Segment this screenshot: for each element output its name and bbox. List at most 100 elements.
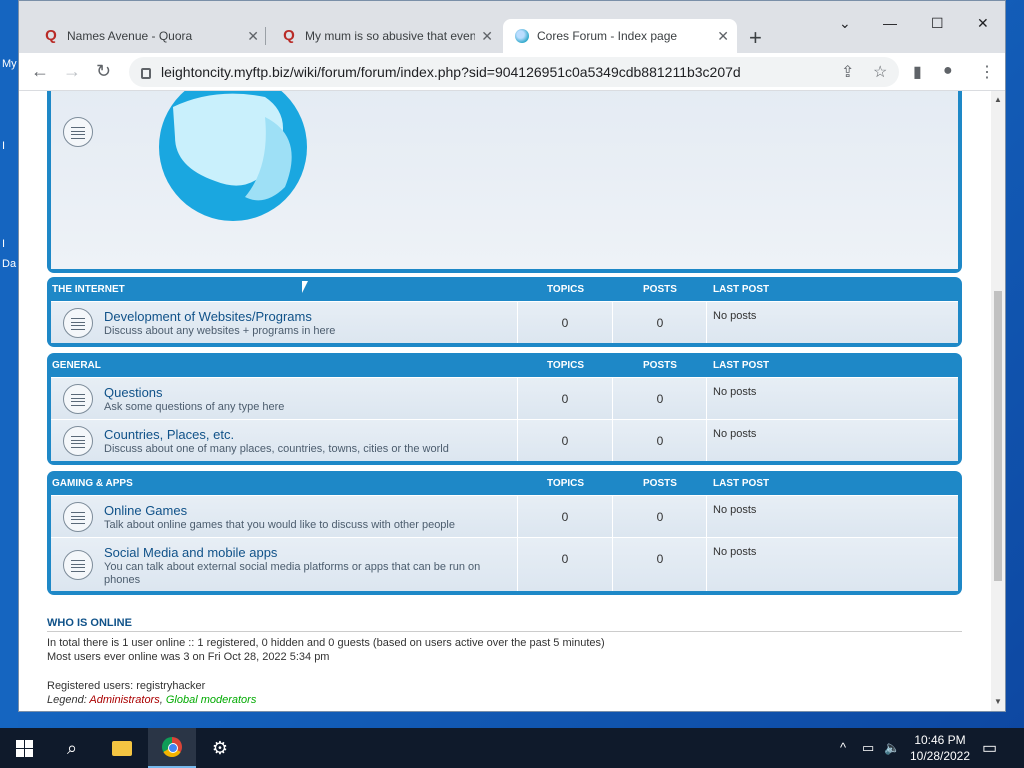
chevron-down-icon[interactable]: ⌄ (839, 15, 851, 32)
column-header-last-post: LAST POST (713, 283, 770, 295)
forum-block-top (47, 91, 962, 273)
forum-read-icon (63, 426, 93, 456)
share-icon[interactable]: ⇪ (841, 62, 854, 82)
legend-global-moderators-link[interactable]: Global moderators (166, 694, 257, 706)
chrome-taskbar-button[interactable] (148, 728, 196, 768)
vertical-scrollbar[interactable]: ▲ ▼ (991, 91, 1005, 711)
scroll-thumb[interactable] (994, 291, 1002, 581)
minimize-button[interactable]: — (883, 15, 897, 31)
posts-count: 0 (656, 510, 664, 524)
column-header-topics: TOPICS (547, 359, 585, 371)
browser-window: Q Names Avenue - Quora ✕ Q My mum is so … (18, 0, 1006, 712)
cell-separator (706, 538, 707, 591)
forum-row: Countries, Places, etc. Discuss about on… (51, 419, 958, 461)
scroll-down-arrow[interactable]: ▼ (994, 697, 1002, 706)
windows-logo-icon (15, 739, 33, 757)
category-header: GENERAL TOPICS POSTS LAST POST (51, 353, 958, 377)
search-icon: ⌕ (66, 737, 78, 758)
category-title[interactable]: GAMING & APPS (52, 478, 133, 489)
cell-separator (517, 378, 518, 419)
desktop-icon-label[interactable]: I (2, 140, 5, 152)
close-window-button[interactable]: ✕ (977, 15, 989, 32)
cell-separator (517, 496, 518, 537)
forum-title-link[interactable]: Countries, Places, etc. (104, 427, 234, 442)
column-header-posts: POSTS (643, 359, 677, 371)
forum-read-icon (63, 384, 93, 414)
topics-count: 0 (561, 434, 569, 448)
close-icon[interactable]: ✕ (481, 28, 493, 45)
close-icon[interactable]: ✕ (247, 28, 259, 45)
cell-separator (612, 378, 613, 419)
tab-title: Names Avenue - Quora (67, 29, 193, 43)
notifications-icon[interactable]: ▭ (982, 738, 997, 758)
chevron-up-icon[interactable]: ^ (840, 740, 846, 755)
legend-separator: , (159, 694, 163, 706)
last-post: No posts (713, 504, 757, 516)
browser-toolbar: ← → ↻ leightoncity.myftp.biz/wiki/forum/… (19, 53, 1005, 91)
new-tab-button[interactable]: + (749, 25, 762, 51)
forum-description: Discuss about one of many places, countr… (104, 443, 449, 455)
column-header-posts: POSTS (643, 283, 677, 295)
posts-count: 0 (656, 316, 664, 330)
back-button[interactable]: ← (31, 61, 49, 82)
divider (47, 631, 962, 632)
topics-count: 0 (561, 316, 569, 330)
tab-title: Cores Forum - Index page (537, 29, 678, 43)
tab-title: My mum is so abusive that even (305, 29, 475, 43)
last-post: No posts (713, 428, 757, 440)
online-summary: In total there is 1 user online :: 1 reg… (47, 637, 605, 649)
category-title[interactable]: GENERAL (52, 360, 101, 371)
who-is-online-heading[interactable]: WHO IS ONLINE (47, 617, 132, 629)
profile-icon[interactable]: ● (943, 62, 953, 80)
online-record: Most users ever online was 3 on Fri Oct … (47, 651, 330, 663)
forum-title-link[interactable]: Social Media and mobile apps (104, 545, 277, 560)
gear-icon: ⚙ (211, 737, 229, 758)
clock[interactable]: 10:46 PM 10/28/2022 (905, 732, 975, 764)
category-gaming-apps: GAMING & APPS TOPICS POSTS LAST POST Onl… (47, 471, 962, 595)
star-icon[interactable]: ☆ (873, 62, 887, 82)
quora-icon: Q (45, 27, 57, 44)
tab-quora-mum[interactable]: Q My mum is so abusive that even ✕ (269, 19, 501, 53)
desktop-icon-label[interactable]: Da (2, 258, 16, 270)
registered-users: Registered users: registryhacker (47, 680, 206, 692)
scroll-up-arrow[interactable]: ▲ (994, 95, 1002, 104)
forum-row: Development of Websites/Programs Discuss… (51, 301, 958, 343)
legend-administrators-link[interactable]: Administrators (89, 694, 159, 706)
column-header-last-post: LAST POST (713, 359, 770, 371)
mouse-cursor-icon (302, 281, 314, 293)
address-bar[interactable]: leightoncity.myftp.biz/wiki/forum/forum/… (129, 57, 899, 87)
tab-quora-names[interactable]: Q Names Avenue - Quora ✕ (31, 19, 267, 53)
forum-read-icon (63, 117, 93, 147)
page-viewport: THE INTERNET TOPICS POSTS LAST POST Deve… (19, 91, 991, 711)
volume-icon[interactable]: 🔈 (884, 740, 900, 756)
side-panel-icon[interactable]: ▮ (913, 62, 922, 82)
start-button[interactable] (0, 728, 48, 768)
column-header-topics: TOPICS (547, 283, 585, 295)
menu-icon[interactable]: ⋮ (979, 62, 995, 82)
maximize-button[interactable]: ☐ (931, 15, 944, 32)
reload-button[interactable]: ↻ (96, 61, 111, 82)
forum-read-icon (63, 502, 93, 532)
forum-title-link[interactable]: Online Games (104, 503, 187, 518)
forum-read-icon (63, 550, 93, 580)
forum-description: Talk about online games that you would l… (104, 519, 455, 531)
tab-strip: Q Names Avenue - Quora ✕ Q My mum is so … (19, 1, 1005, 53)
network-icon[interactable]: ▭ (862, 740, 874, 756)
close-icon[interactable]: ✕ (717, 28, 729, 45)
column-header-last-post: LAST POST (713, 477, 770, 489)
forum-row: Online Games Talk about online games tha… (51, 495, 958, 537)
settings-taskbar-button[interactable]: ⚙ (196, 728, 244, 768)
forward-button[interactable]: → (63, 61, 81, 82)
desktop-icon-label[interactable]: My (2, 58, 17, 70)
category-title[interactable]: THE INTERNET (52, 284, 125, 295)
forum-row (51, 91, 958, 269)
forum-title-link[interactable]: Questions (104, 385, 163, 400)
file-explorer-button[interactable] (98, 728, 146, 768)
tab-cores-forum[interactable]: Cores Forum - Index page ✕ (503, 19, 737, 53)
search-button[interactable]: ⌕ (48, 728, 96, 768)
url-text: leightoncity.myftp.biz/wiki/forum/forum/… (161, 64, 741, 80)
cell-separator (612, 302, 613, 343)
forum-title-link[interactable]: Development of Websites/Programs (104, 309, 312, 324)
desktop-icon-label[interactable]: I (2, 238, 5, 250)
legend-label: Legend: (47, 694, 87, 706)
